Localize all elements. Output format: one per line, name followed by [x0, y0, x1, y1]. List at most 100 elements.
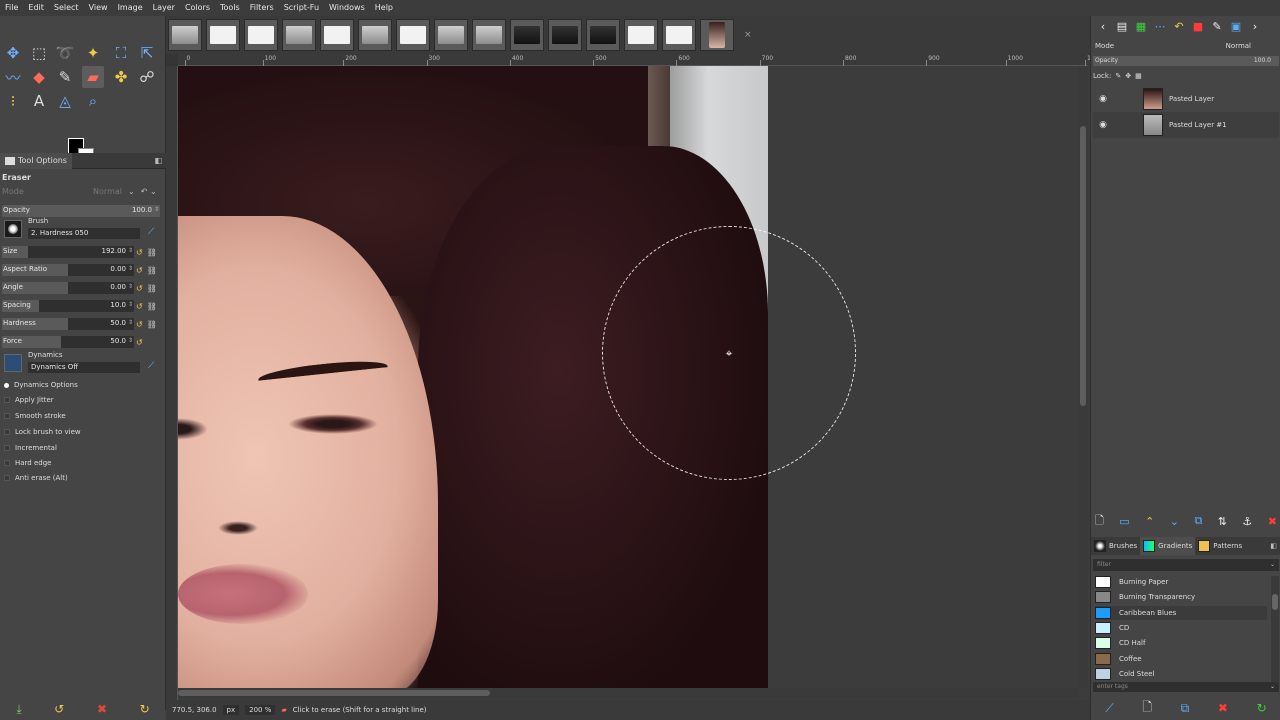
fuzzy-select-tool-icon[interactable]: ✦ — [82, 42, 104, 64]
image-thumbnail[interactable] — [586, 19, 620, 51]
lock-brush-checkbox[interactable]: Lock brush to view — [4, 426, 81, 438]
chevron-down-icon[interactable]: ⌄ — [1270, 559, 1275, 571]
edit-brush-icon[interactable]: ⟋ — [148, 227, 154, 237]
image-thumbnail-active[interactable] — [700, 19, 734, 51]
chevron-down-icon[interactable]: ⌄ — [128, 187, 135, 196]
image-thumbnail[interactable] — [662, 19, 696, 51]
tags-input[interactable]: enter tags ⌄ — [1093, 682, 1279, 692]
unit-select[interactable]: px — [222, 705, 240, 715]
spin-icon[interactable]: ⇕ — [128, 247, 133, 254]
menu-layer[interactable]: Layer — [148, 0, 180, 16]
menu-help[interactable]: Help — [370, 0, 398, 16]
gradient-item[interactable]: CD — [1095, 621, 1267, 635]
tab-gradients[interactable]: Gradients — [1140, 537, 1196, 555]
crop-tool-icon[interactable]: ⛶ — [110, 42, 132, 64]
size-slider[interactable]: Size 192.00 ⇕ — [2, 246, 134, 258]
tab-patterns[interactable]: Patterns — [1195, 537, 1245, 555]
link-icon[interactable]: ⛓ — [147, 320, 157, 329]
link-icon[interactable]: ⛓ — [147, 284, 157, 293]
spin-icon[interactable]: ⇕ — [154, 206, 159, 213]
image-thumbnail[interactable] — [358, 19, 392, 51]
link-icon[interactable]: ⛓ — [147, 302, 157, 311]
vertical-scrollbar[interactable] — [1078, 66, 1088, 688]
angle-slider[interactable]: Angle 0.00 ⇕ — [2, 282, 134, 294]
bucket-tool-icon[interactable]: ◆ — [28, 66, 50, 88]
menu-view[interactable]: View — [84, 0, 113, 16]
layer-row[interactable]: ◉ Pasted Layer — [1093, 86, 1279, 112]
anchor-layer-icon[interactable]: ⚓ — [1242, 515, 1252, 528]
dynamics-name[interactable]: Dynamics Off — [28, 362, 140, 373]
configure-icon[interactable]: ◧ — [154, 156, 162, 165]
mode-reset-icon[interactable]: ↶ ⌄ — [141, 187, 157, 196]
image-thumbnail[interactable] — [320, 19, 354, 51]
menu-tools[interactable]: Tools — [215, 0, 245, 16]
ruler-corner[interactable] — [166, 54, 178, 66]
chevron-left-icon[interactable]: ‹ — [1095, 20, 1111, 33]
delete-gradient-icon[interactable]: ✖ — [1218, 701, 1228, 715]
incremental-checkbox[interactable]: Incremental — [4, 442, 57, 454]
reset-icon[interactable]: ↺ — [136, 302, 143, 311]
reset-options-icon[interactable]: ↻ — [140, 702, 150, 716]
duplicate-layer-icon[interactable]: ⧉ — [1194, 514, 1202, 528]
spin-icon[interactable]: ⇕ — [128, 265, 133, 272]
edit-gradient-icon[interactable]: ⟋ — [1105, 701, 1113, 716]
reset-icon[interactable]: ↺ — [136, 320, 143, 329]
new-layer-group-icon[interactable]: ▭ — [1119, 515, 1129, 528]
image-thumbnail[interactable] — [548, 19, 582, 51]
paths-icon[interactable]: ⋯ — [1152, 20, 1168, 33]
transform-tool-icon[interactable]: ⇱ — [136, 42, 158, 64]
layer-opacity-slider[interactable]: Opacity 100.0 — [1093, 56, 1279, 66]
delete-options-icon[interactable]: ✖ — [97, 702, 107, 716]
menu-windows[interactable]: Windows — [324, 0, 370, 16]
menu-select[interactable]: Select — [49, 0, 84, 16]
path-tool-icon[interactable]: ⁝ — [2, 90, 24, 112]
layer-mode-select[interactable]: Normal — [1226, 42, 1251, 50]
zoom-select[interactable]: 200 % — [245, 705, 276, 715]
edit-dynamics-icon[interactable]: ⟋ — [148, 361, 154, 371]
close-icon[interactable]: × — [738, 30, 752, 40]
filter-input[interactable]: filter ⌄ — [1093, 559, 1279, 571]
force-slider[interactable]: Force 50.0 ⇕ — [2, 336, 134, 348]
new-layer-icon[interactable]: 🗋 — [1095, 512, 1104, 531]
merge-layer-icon[interactable]: ⇅ — [1218, 515, 1227, 528]
chevron-down-icon[interactable]: ⌄ — [1270, 682, 1275, 692]
move-tool-icon[interactable]: ✥ — [2, 42, 24, 64]
tab-brushes[interactable]: Brushes — [1091, 537, 1140, 555]
brushes-icon[interactable]: ✎ — [1209, 20, 1225, 33]
restore-options-icon[interactable]: ↺ — [54, 702, 64, 716]
new-gradient-icon[interactable]: 🗋 — [1142, 698, 1152, 719]
menu-edit[interactable]: Edit — [23, 0, 49, 16]
link-icon[interactable]: ⛓ — [147, 266, 157, 275]
warp-tool-icon[interactable]: 〰 — [2, 66, 24, 88]
menu-image[interactable]: Image — [113, 0, 148, 16]
lock-position-icon[interactable]: ✥ — [1125, 72, 1131, 80]
smudge-tool-icon[interactable]: ☍ — [136, 66, 158, 88]
hard-edge-checkbox[interactable]: Hard edge — [4, 457, 51, 469]
lower-layer-icon[interactable]: ⌄ — [1170, 515, 1179, 528]
image-thumbnail[interactable] — [168, 19, 202, 51]
brush-preview[interactable] — [4, 220, 22, 238]
eraser-tool-icon[interactable]: ▰ — [82, 66, 104, 88]
dynamics-options-expander[interactable]: Dynamics Options — [4, 379, 78, 391]
duplicate-gradient-icon[interactable]: ⧉ — [1181, 701, 1190, 716]
reset-icon[interactable]: ↺ — [136, 248, 143, 257]
horizontal-scrollbar[interactable] — [178, 688, 1078, 698]
link-icon[interactable]: ⛓ — [147, 248, 157, 257]
mode-select[interactable]: Normal — [82, 187, 122, 196]
eye-icon[interactable]: ◉ — [1093, 94, 1113, 104]
lock-alpha-icon[interactable]: ▦ — [1135, 72, 1142, 80]
opacity-slider[interactable]: Opacity 100.0 ⇕ — [2, 205, 160, 217]
colors-icon[interactable]: ■ — [1190, 20, 1206, 33]
aspect-ratio-slider[interactable]: Aspect Ratio 0.00 ⇕ — [2, 264, 134, 276]
delete-layer-icon[interactable]: ✖ — [1268, 515, 1277, 528]
save-options-icon[interactable]: ⤓ — [16, 702, 21, 717]
image-thumbnail[interactable] — [434, 19, 468, 51]
brush-name[interactable]: 2. Hardness 050 — [28, 228, 140, 239]
spacing-slider[interactable]: Spacing 10.0 ⇕ — [2, 300, 134, 312]
spin-icon[interactable]: ⇕ — [128, 319, 133, 326]
layers-icon[interactable]: ▤ — [1114, 20, 1130, 33]
image-thumbnail[interactable] — [282, 19, 316, 51]
chevron-right-icon[interactable]: › — [1247, 20, 1263, 33]
horizontal-ruler[interactable]: 010020030040050060070080090010001100 — [178, 54, 1102, 66]
menu-script-fu[interactable]: Script-Fu — [279, 0, 324, 16]
